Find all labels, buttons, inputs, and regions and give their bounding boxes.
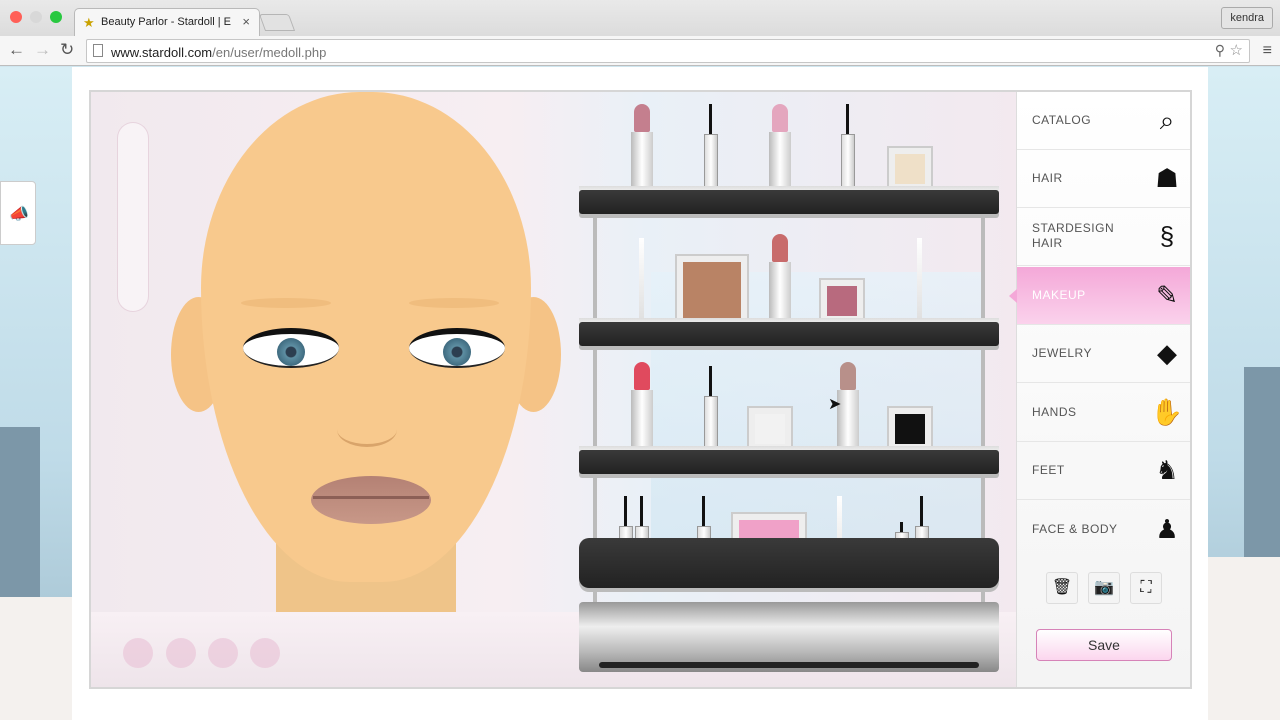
magnifier-catalog-icon: ⌕ [1159, 105, 1175, 135]
shelf-1 [579, 190, 999, 214]
left-iris [277, 338, 305, 366]
makeup-icon: ✎ [1156, 280, 1178, 310]
shelf-3 [579, 450, 999, 474]
camera-icon[interactable]: 📷 [1088, 572, 1120, 604]
hamburger-menu-icon[interactable]: ≡ [1263, 42, 1272, 60]
menu-item-label: FACE & BODY [1032, 522, 1118, 536]
hair-icon: ☗ [1155, 163, 1179, 193]
building [1208, 557, 1280, 720]
browser-toolbar: ← → ↻ www.stardoll.com/en/user/medoll.ph… [0, 36, 1280, 66]
category-menu: CATALOG ⌕ HAIR ☗ STARDESIGN HAIR § MAKEU… [1009, 92, 1190, 687]
menu-item-face-body[interactable]: FACE & BODY ♟ [1017, 501, 1190, 559]
doll-face[interactable] [161, 92, 571, 652]
back-button[interactable]: ← [8, 40, 25, 60]
menu-item-label: JEWELRY [1032, 346, 1092, 360]
tab-close-icon[interactable]: × [242, 14, 250, 29]
hand-icon: ✋ [1150, 397, 1184, 427]
maximize-window-button[interactable] [50, 11, 62, 23]
jewelry-icon: ◆ [1157, 338, 1177, 368]
trash-icon[interactable]: 🗑 [1046, 572, 1078, 604]
close-window-button[interactable] [10, 11, 22, 23]
menu-item-label: HANDS [1032, 405, 1077, 419]
menu-item-label: FEET [1032, 463, 1065, 477]
fullscreen-icon[interactable]: ⛶ [1130, 572, 1162, 604]
address-bar[interactable]: www.stardoll.com/en/user/medoll.php ⚲ ☆ [86, 39, 1250, 63]
menu-item-stardesign-hair[interactable]: STARDESIGN HAIR § [1017, 208, 1190, 266]
eyeliner-item[interactable] [704, 366, 718, 458]
eyeliner-pencil-item[interactable] [917, 238, 922, 328]
menu-item-makeup[interactable]: MAKEUP ✎ [1009, 267, 1190, 325]
lipstick-item[interactable] [769, 234, 791, 324]
left-brow [241, 298, 331, 308]
menu-item-catalog[interactable]: CATALOG ⌕ [1017, 92, 1190, 150]
lipstick-item[interactable] [631, 104, 653, 194]
menu-item-hair[interactable]: HAIR ☗ [1017, 150, 1190, 208]
page-icon [93, 44, 103, 57]
star-favicon-icon: ★ [83, 15, 95, 30]
menu-item-label: CATALOG [1032, 113, 1092, 127]
url-path: /en/user/medoll.php [212, 45, 327, 60]
lipstick-item[interactable] [631, 362, 653, 452]
mascara-item[interactable] [704, 104, 718, 196]
zoom-icon[interactable]: ⚲ [1215, 42, 1225, 59]
mascara-item[interactable] [841, 104, 855, 196]
face-body-icon: ♟ [1155, 514, 1179, 544]
bronzer-item[interactable] [675, 254, 749, 328]
foot-icon: ♞ [1155, 455, 1179, 485]
base-strip [599, 662, 979, 668]
stardesign-hair-icon: § [1159, 221, 1175, 251]
url-text: www.stardoll.com/en/user/medoll.php [111, 45, 326, 60]
save-button[interactable]: Save [1036, 629, 1172, 661]
building [0, 427, 40, 617]
profile-button[interactable]: kendra [1221, 7, 1273, 29]
right-eye [409, 328, 505, 368]
doll-lips [311, 476, 431, 524]
mouse-cursor-icon: ➤ [828, 396, 842, 413]
doll-nose [337, 412, 397, 447]
left-eye [243, 328, 339, 368]
eyeliner-pencil-item[interactable] [639, 238, 644, 328]
beauty-parlor-game: CATALOG ⌕ HAIR ☗ STARDESIGN HAIR § MAKEU… [89, 90, 1192, 689]
bookmark-star-icon[interactable]: ☆ [1230, 41, 1243, 59]
makeup-shelves [579, 92, 1004, 687]
megaphone-icon: 📣 [9, 206, 29, 223]
city-background-right [1208, 67, 1280, 720]
city-background-left [0, 67, 72, 720]
feedback-tab[interactable]: 📣 [0, 181, 36, 245]
menu-item-label: MAKEUP [1032, 288, 1086, 302]
building [0, 597, 72, 720]
right-iris [443, 338, 471, 366]
right-brow [409, 298, 499, 308]
url-host: www.stardoll.com [111, 45, 213, 60]
browser-tab-bar: ★ Beauty Parlor - Stardoll | E × kendra [0, 0, 1280, 36]
menu-item-label: STARDESIGN HAIR [1032, 221, 1115, 250]
tab-title: Beauty Parlor - Stardoll | E [101, 16, 232, 28]
menu-item-feet[interactable]: FEET ♞ [1017, 442, 1190, 500]
menu-item-hands[interactable]: HANDS ✋ [1017, 384, 1190, 442]
undo-tool-button[interactable] [123, 638, 153, 668]
browser-tab[interactable]: ★ Beauty Parlor - Stardoll | E × [74, 8, 260, 36]
lipstick-item[interactable] [769, 104, 791, 194]
reload-button[interactable]: ↻ [60, 40, 74, 60]
new-tab-button[interactable] [258, 14, 296, 31]
shelf-2 [579, 322, 999, 346]
shelf-4 [579, 538, 999, 588]
menu-item-jewelry[interactable]: JEWELRY ◆ [1017, 325, 1190, 383]
forward-button[interactable]: → [34, 40, 51, 60]
zoom-slider[interactable] [117, 122, 149, 312]
parlor-room-background [91, 92, 1016, 687]
lip-line [313, 496, 429, 499]
minimize-window-button[interactable] [30, 11, 42, 23]
menu-item-label: HAIR [1032, 171, 1063, 185]
